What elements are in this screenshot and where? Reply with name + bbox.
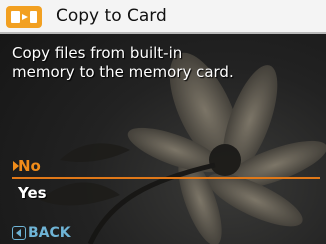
page-title: Copy to Card <box>56 6 167 26</box>
back-arrow-icon <box>12 226 26 240</box>
title-bar: Copy to Card <box>0 0 326 34</box>
flower-background-image <box>40 52 326 244</box>
confirmation-message: Copy files from built-in memory to the m… <box>12 44 234 81</box>
camera-screen: Copy to Card Copy files from built-in me… <box>0 0 326 244</box>
memory-card-copy-icon <box>6 6 42 28</box>
selection-underline <box>12 177 320 179</box>
option-yes[interactable]: Yes <box>18 183 47 203</box>
back-button[interactable]: BACK <box>12 225 71 241</box>
back-label: BACK <box>28 225 71 241</box>
option-no[interactable]: No <box>18 156 41 176</box>
